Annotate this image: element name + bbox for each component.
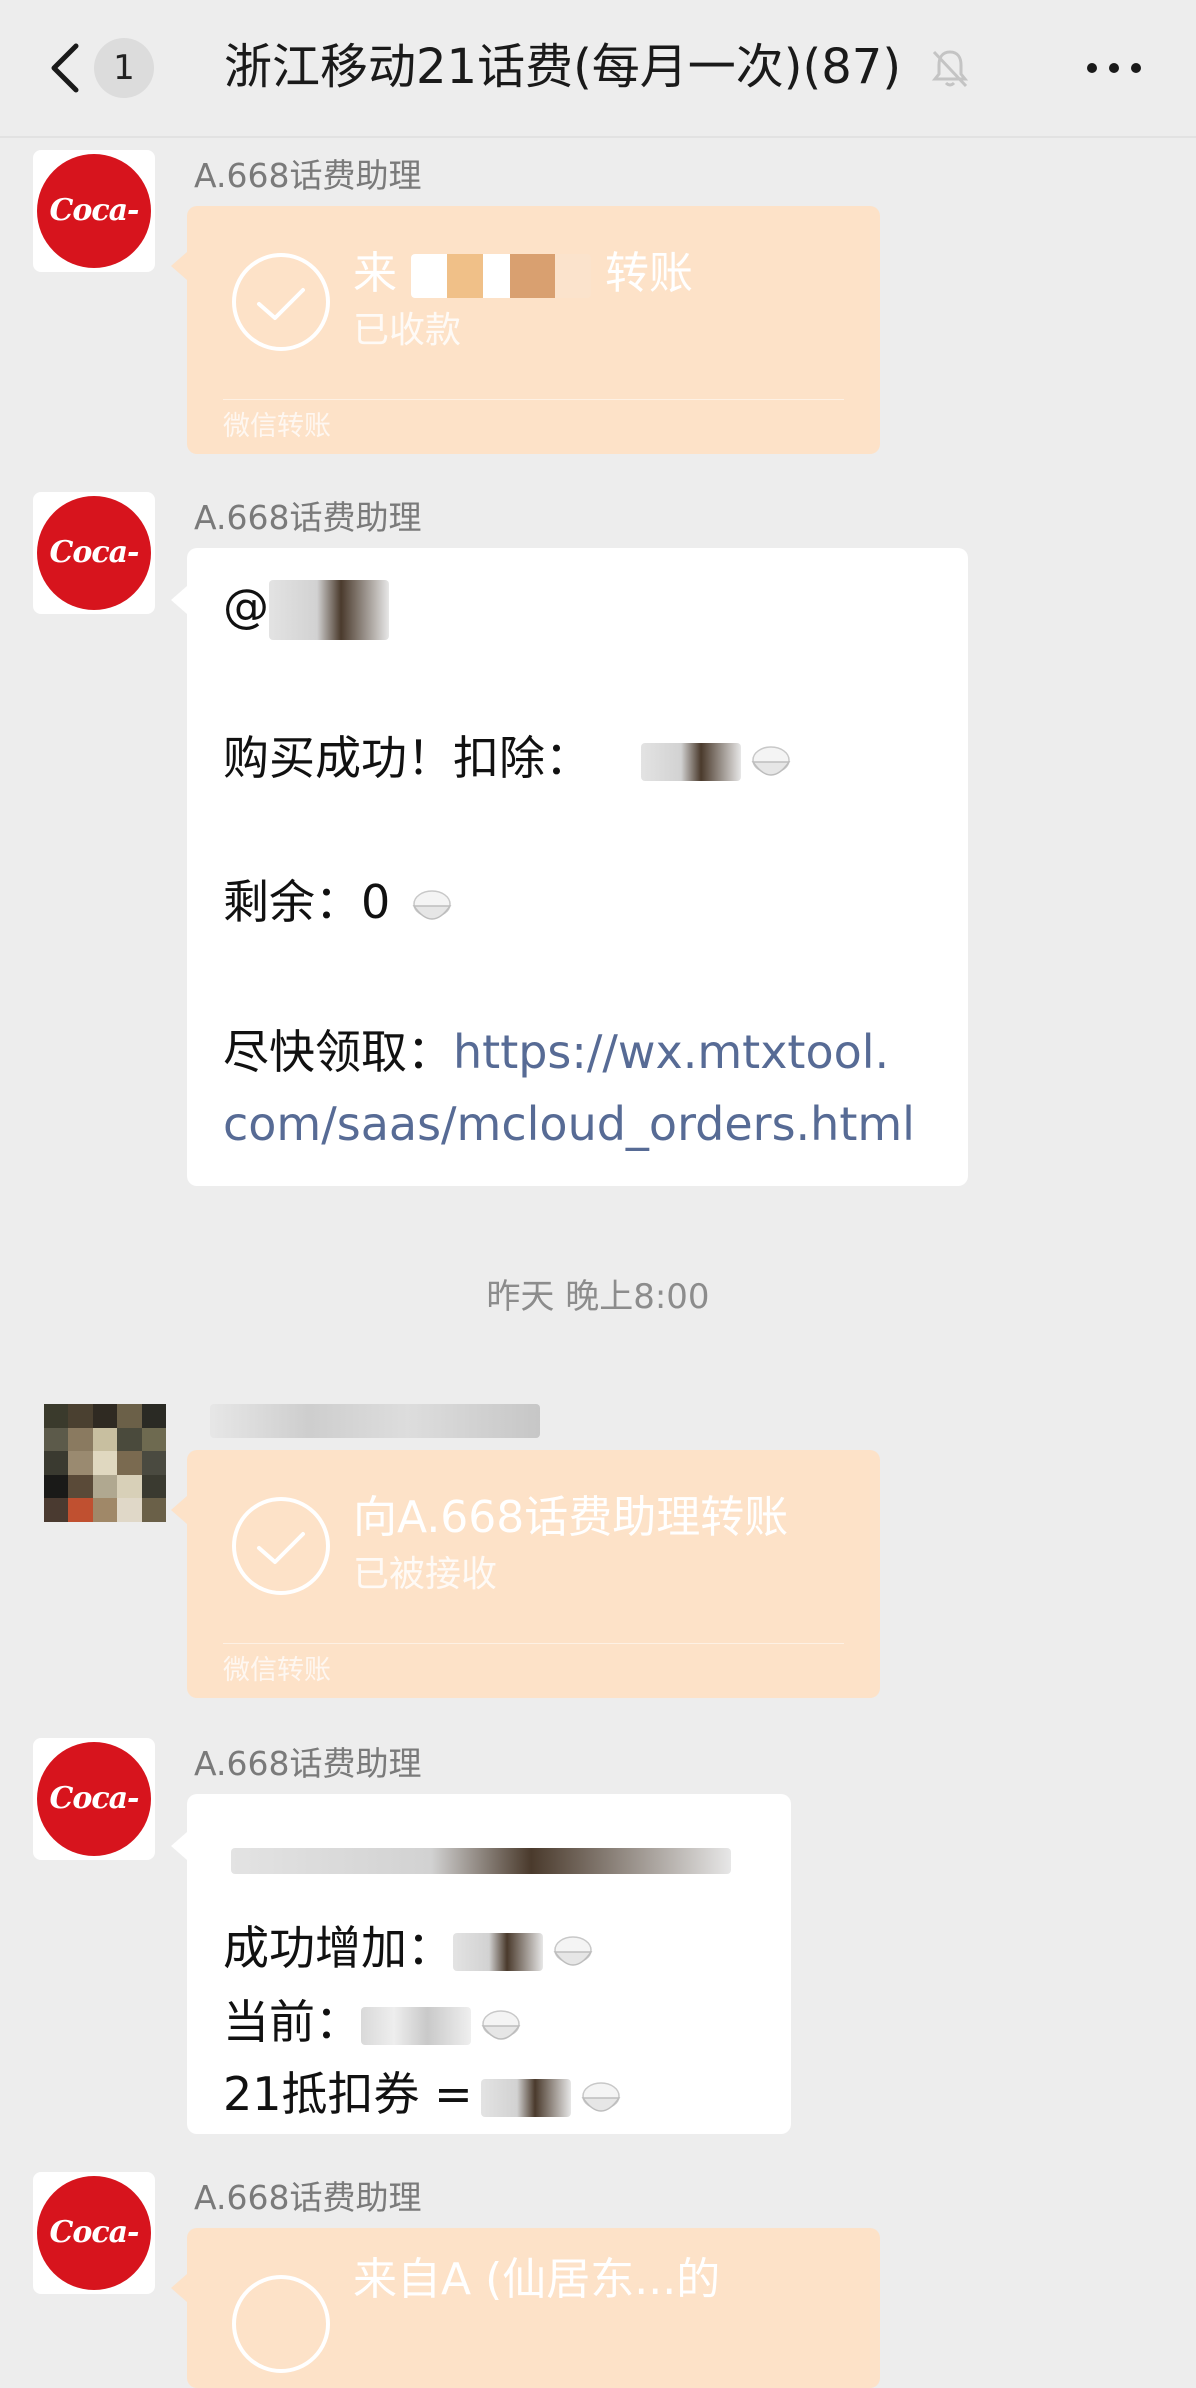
rice-bowl-emoji-icon (412, 889, 452, 920)
user-avatar[interactable] (44, 1404, 166, 1522)
sender-name: A.668话费助理 (194, 498, 422, 537)
mute-bell-icon (931, 50, 969, 88)
transfer-title: 来自A (仙居东...的 (353, 2254, 721, 2305)
redacted-amount (453, 1932, 543, 1971)
transfer-bubble[interactable]: 向A.668话费助理转账 已被接收 微信转账 (171, 1450, 880, 1698)
transfer-title: 向A.668话费助理转账 (353, 1492, 789, 1543)
rice-bowl-emoji-icon (751, 745, 791, 776)
rice-bowl-emoji-icon (581, 2081, 621, 2112)
claim-line: 尽快领取：https://wx.mtxtool. (223, 1025, 890, 1079)
transfer-title: 来 转账 (353, 248, 693, 299)
transfer-status: 已被接收 (353, 1554, 498, 1595)
current-line: 当前： (223, 1994, 525, 2050)
transfer-divider (223, 1643, 844, 1644)
transfer-footer: 微信转账 (223, 1655, 331, 1686)
redacted-line (231, 1848, 731, 1874)
transfer-bubble[interactable]: 来自A (仙居东...的 (171, 2228, 880, 2388)
sender-avatar[interactable]: Coca-Cola (33, 1738, 155, 1860)
redacted-amount (361, 2006, 471, 2045)
chat-header: 1 浙江移动21话费(每月一次)(87) (0, 0, 1196, 136)
rice-bowl-emoji-icon (481, 2009, 521, 2040)
sender-avatar[interactable]: Coca-Cola (33, 150, 155, 272)
sender-name: A.668话费助理 (194, 156, 422, 195)
header-divider (0, 136, 1196, 138)
coca-cola-logo: Coca-Cola (37, 496, 151, 610)
remaining-line: 剩余：0 (223, 874, 456, 930)
coupon-line: 21抵扣券 = (223, 2066, 625, 2122)
text-bubble[interactable]: @ 购买成功！扣除： 剩余：0 尽快领取：https://wx.mtxtool.… (171, 548, 968, 1186)
back-arrow-icon[interactable] (46, 40, 86, 96)
check-circle-icon (232, 253, 330, 351)
transfer-divider (223, 399, 844, 400)
redacted-sender-name (210, 1404, 540, 1438)
coca-cola-logo: Coca-Cola (37, 2176, 151, 2290)
claim-link[interactable]: https://wx.mtxtool. (453, 1025, 889, 1079)
claim-link-continued[interactable]: com/saas/mcloud_orders.html (223, 1096, 915, 1152)
redacted-amount (641, 742, 741, 781)
redacted-name (411, 254, 591, 298)
coca-cola-logo: Coca-Cola (37, 154, 151, 268)
mention-line: @ (223, 578, 389, 640)
sender-name: A.668话费助理 (194, 2178, 422, 2217)
rice-bowl-emoji-icon (553, 1935, 593, 1966)
sender-name: A.668话费助理 (194, 1744, 422, 1783)
unread-count-badge[interactable]: 1 (94, 38, 154, 98)
purchase-line: 购买成功！扣除： (223, 730, 795, 786)
text-bubble[interactable]: 成功增加： 当前： 21抵扣券 = (171, 1794, 791, 2134)
transfer-footer: 微信转账 (223, 411, 331, 442)
timestamp-divider: 昨天 晚上8:00 (486, 1277, 710, 1317)
check-circle-icon (232, 2275, 330, 2373)
coca-cola-logo: Coca-Cola (37, 1742, 151, 1856)
transfer-status: 已收款 (353, 310, 462, 351)
check-circle-icon (232, 1497, 330, 1595)
chat-title: 浙江移动21话费(每月一次)(87) (224, 39, 902, 95)
sender-avatar[interactable]: Coca-Cola (33, 2172, 155, 2294)
more-options-icon[interactable] (1084, 44, 1144, 92)
redacted-amount (480, 2078, 571, 2117)
redacted-mention (269, 579, 389, 640)
transfer-bubble[interactable]: 来 转账 已收款 微信转账 (171, 206, 880, 454)
added-line: 成功增加： (223, 1920, 597, 1976)
sender-avatar[interactable]: Coca-Cola (33, 492, 155, 614)
